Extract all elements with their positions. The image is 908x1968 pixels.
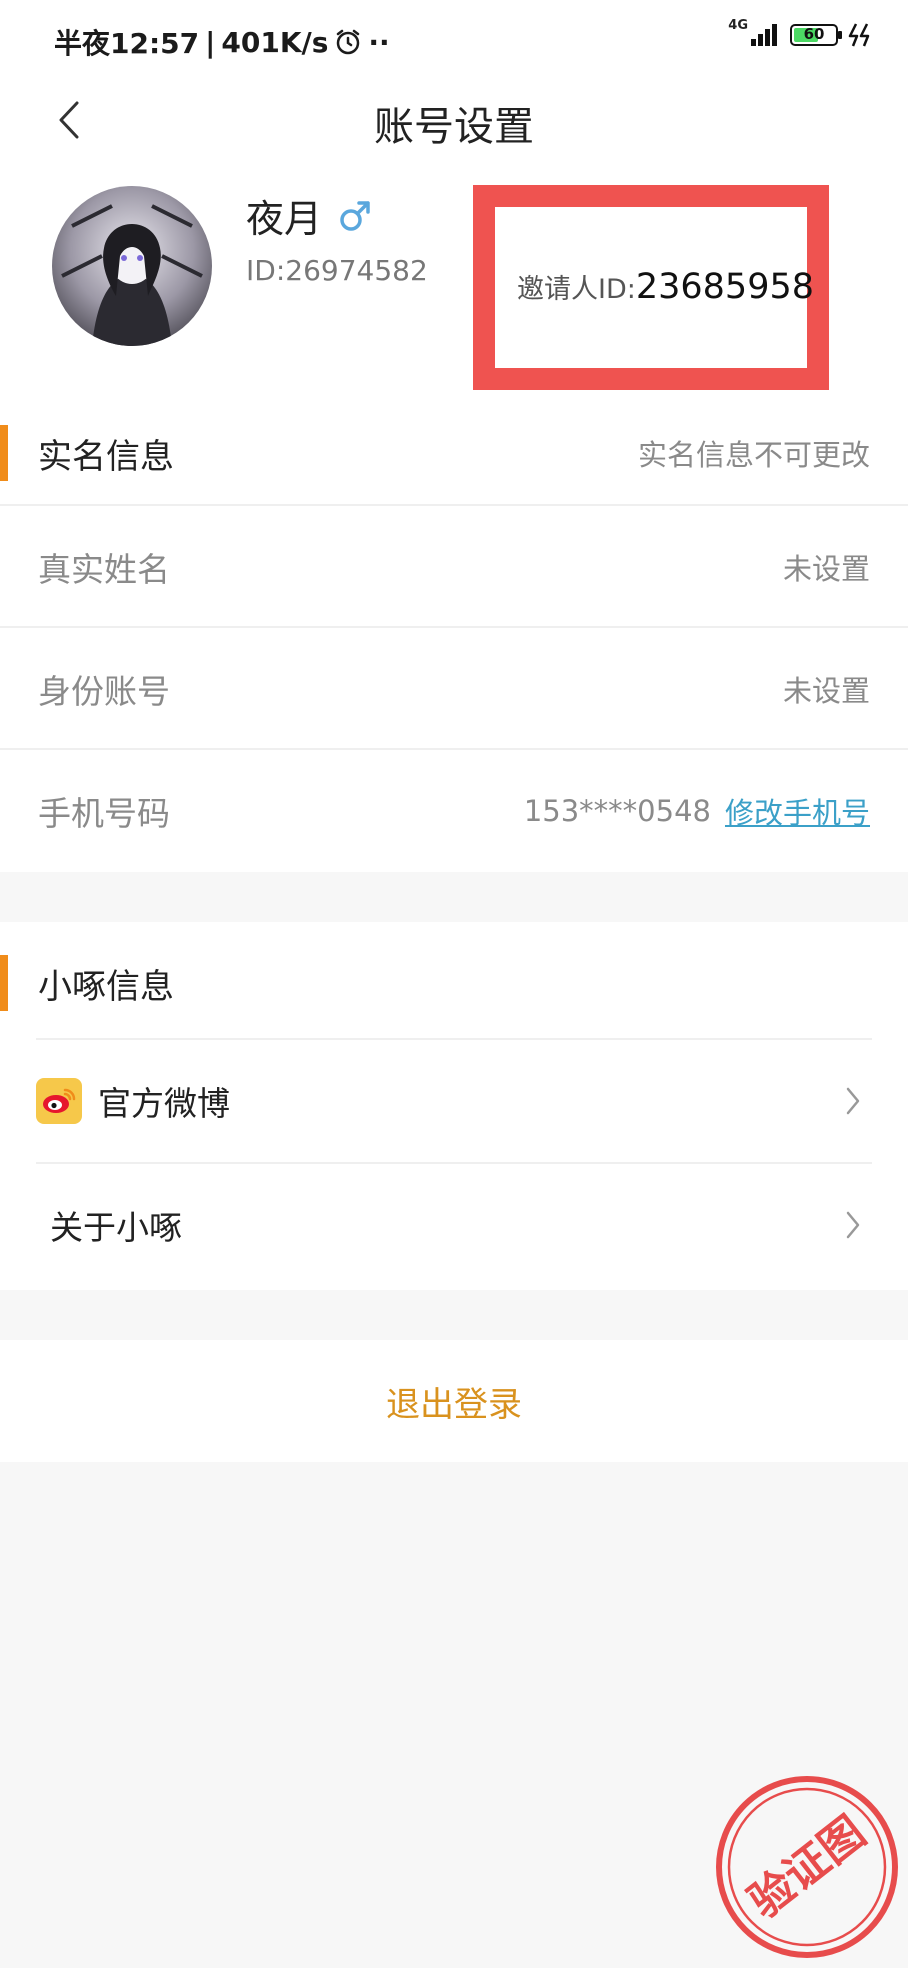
male-gender-icon xyxy=(338,199,372,233)
status-separator: | xyxy=(205,25,216,59)
status-left: 半夜12:57 | 401K/s ·· xyxy=(54,22,390,62)
signal-icon xyxy=(750,23,780,47)
logout-section: 退出登录 xyxy=(0,1340,908,1462)
section-accent-bar xyxy=(0,425,8,481)
row-label: 身份账号 xyxy=(38,672,170,711)
real-name-row: 真实姓名 未设置 xyxy=(0,506,908,628)
phone-number: 153****0548 xyxy=(523,794,711,828)
phone-row: 手机号码 153****0548 修改手机号 xyxy=(0,750,908,872)
status-time: 半夜12:57 xyxy=(54,27,200,60)
section-note: 实名信息不可更改 xyxy=(637,438,870,472)
info-section: 小啄信息 官方微博 关于小啄 xyxy=(0,922,908,1290)
row-value-group: 153****0548 修改手机号 xyxy=(524,790,870,832)
section-accent-bar xyxy=(0,955,8,1011)
row-label: 关于小啄 xyxy=(50,1208,182,1247)
row-value: 未设置 xyxy=(782,552,870,586)
alarm-icon xyxy=(334,28,362,56)
status-bar: 半夜12:57 | 401K/s ·· 4G 60 xyxy=(0,0,908,80)
avatar[interactable] xyxy=(52,186,212,346)
change-phone-link[interactable]: 修改手机号 xyxy=(725,790,870,832)
chevron-right-icon xyxy=(842,1207,864,1243)
stamp-text: 验证图 xyxy=(740,1807,875,1928)
id-number-row: 身份账号 未设置 xyxy=(0,628,908,750)
charging-icon xyxy=(848,22,874,48)
status-right: 4G 60 xyxy=(728,18,874,48)
inviter-label: 邀请人ID: xyxy=(517,274,636,305)
inviter-text: 邀请人ID:23685958 xyxy=(517,267,814,307)
chevron-right-icon xyxy=(842,1083,864,1119)
battery-level: 60 xyxy=(803,25,825,43)
section-title: 小啄信息 xyxy=(38,966,174,1007)
header: 账号设置 xyxy=(0,80,908,160)
row-label: 手机号码 xyxy=(38,794,170,833)
nickname-row: 夜月 xyxy=(246,188,372,243)
weibo-icon xyxy=(36,1078,82,1124)
section-title: 实名信息 xyxy=(38,436,174,477)
weibo-row[interactable]: 官方微博 xyxy=(0,1040,908,1162)
status-net-speed: 401K/s xyxy=(221,25,329,59)
row-label: 真实姓名 xyxy=(38,550,170,589)
verification-stamp: 验证图 xyxy=(712,1772,902,1962)
page-title: 账号设置 xyxy=(374,104,534,150)
inviter-highlight-box: 邀请人ID:23685958 xyxy=(473,185,829,390)
row-value: 未设置 xyxy=(782,674,870,708)
info-header: 小啄信息 xyxy=(0,922,908,1044)
row-label: 官方微博 xyxy=(98,1084,230,1123)
battery-indicator: 60 xyxy=(790,24,842,46)
user-id: ID:26974582 xyxy=(246,254,428,287)
real-name-section: 实名信息 实名信息不可更改 真实姓名 未设置 身份账号 未设置 手机号码 153… xyxy=(0,392,908,872)
nickname: 夜月 xyxy=(246,197,323,241)
inviter-id: 23685958 xyxy=(635,267,815,307)
status-more-dots: ·· xyxy=(368,25,390,59)
logout-button[interactable]: 退出登录 xyxy=(0,1340,908,1462)
account-settings-page: 半夜12:57 | 401K/s ·· 4G 60 账号设置 夜月 ID:269… xyxy=(0,0,908,1968)
real-name-header: 实名信息 实名信息不可更改 xyxy=(0,392,908,514)
top-area: 半夜12:57 | 401K/s ·· 4G 60 账号设置 夜月 ID:269… xyxy=(0,0,908,392)
network-type: 4G xyxy=(728,17,748,33)
about-row[interactable]: 关于小啄 xyxy=(0,1164,908,1286)
